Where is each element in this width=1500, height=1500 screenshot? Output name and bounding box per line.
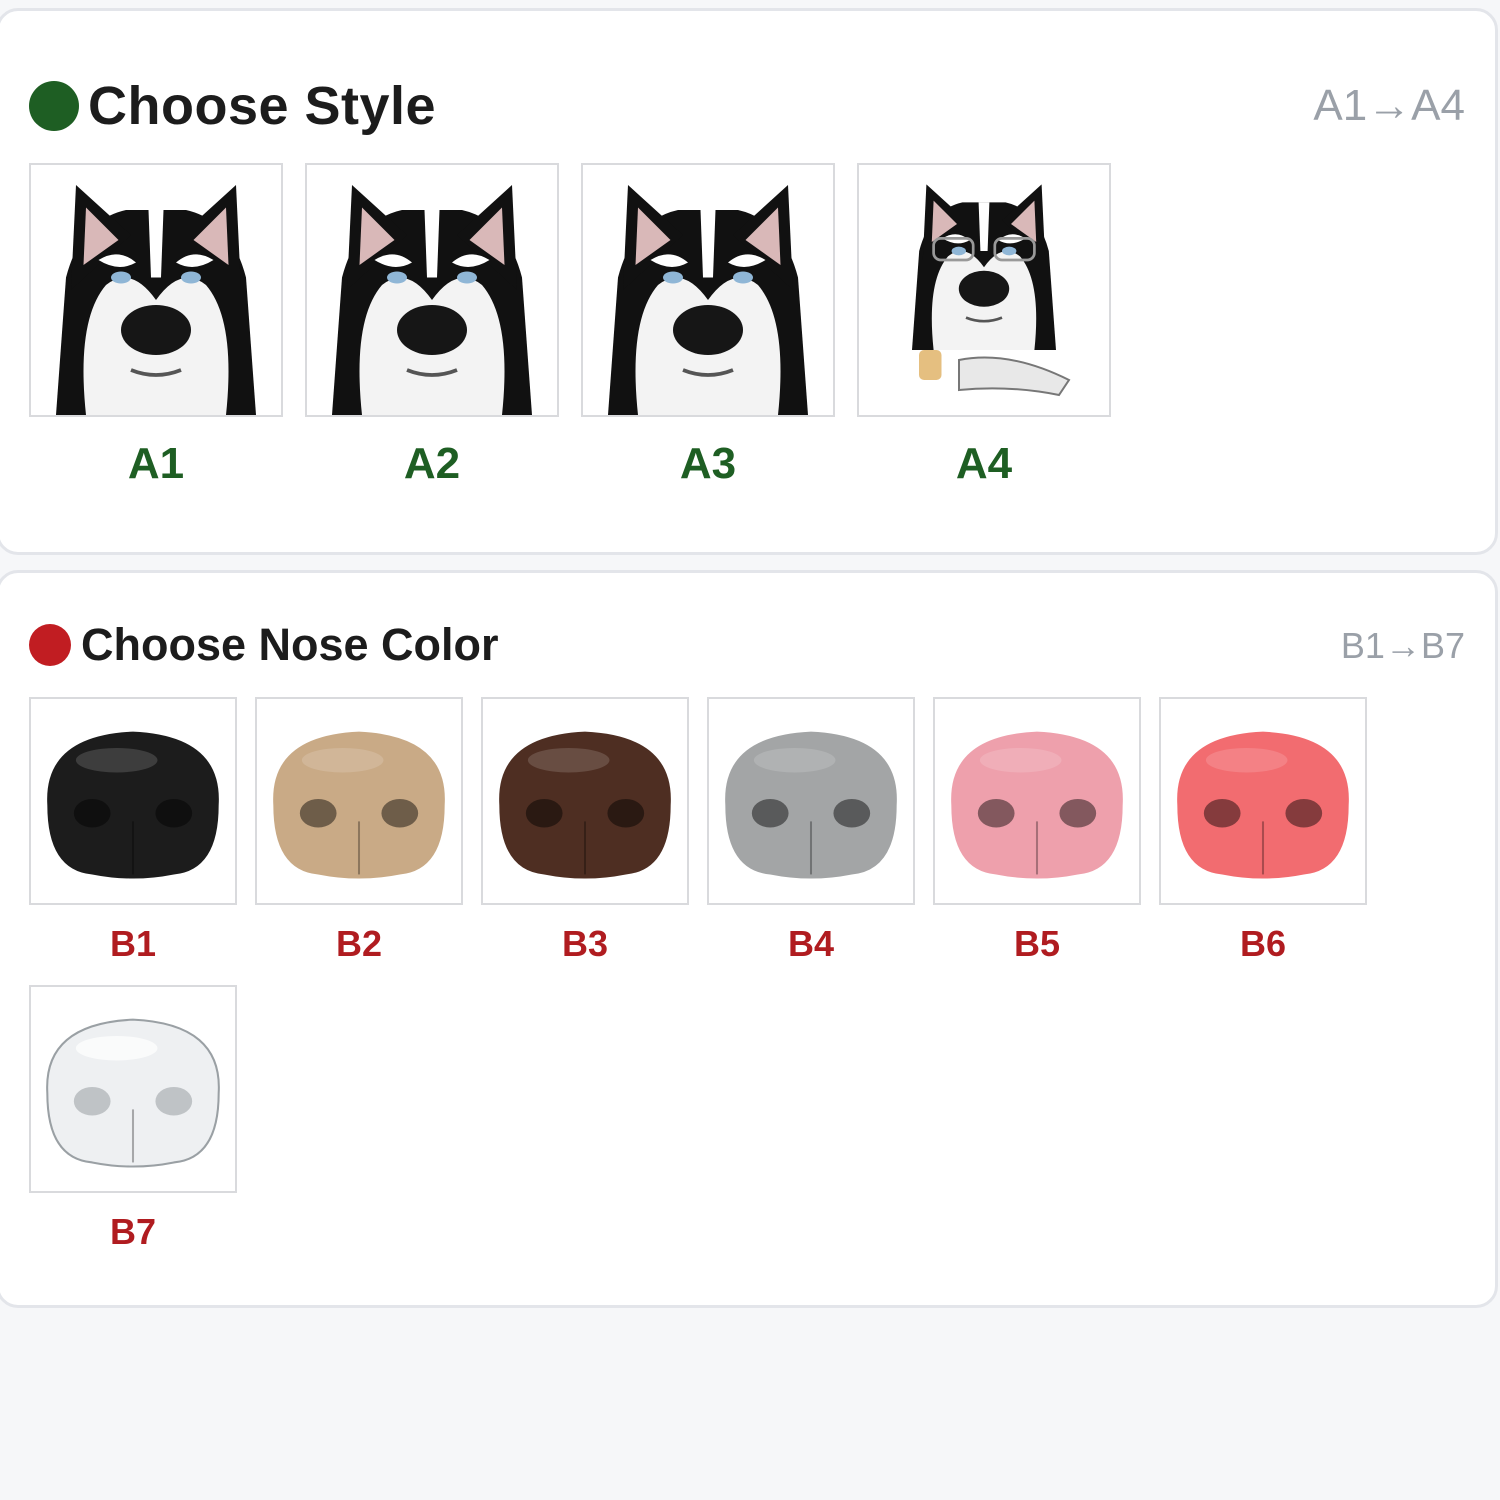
nose-option-label: B7 (109, 1211, 157, 1252)
brown-nose-icon (481, 697, 689, 905)
style-section-header: Choose Style (29, 71, 436, 141)
husky-caricature-icon (581, 163, 835, 417)
nose-range-label: B1→B7 (1340, 625, 1465, 666)
nose-section-header: Choose Nose Color (29, 613, 499, 677)
style-section-card: Choose Style A1→A4 A1 A2 A3 A4 (0, 8, 1498, 555)
nose-option-label: B2 (335, 923, 383, 964)
husky-face-photo-icon (29, 163, 283, 417)
nose-option-label: B5 (1013, 923, 1061, 964)
clear-nose-icon (29, 985, 237, 1193)
nose-option-b2[interactable]: B2 (255, 697, 463, 965)
style-range-label: A1→A4 (1313, 81, 1465, 130)
style-option-a3[interactable]: A3 (581, 163, 835, 489)
tan-nose-icon (255, 697, 463, 905)
style-option-a2[interactable]: A2 (305, 163, 559, 489)
green-dot-icon (29, 81, 79, 131)
black-nose-icon (29, 697, 237, 905)
style-option-label: A1 (127, 439, 185, 488)
husky-head-cutout-icon (305, 163, 559, 417)
nose-section-title: Choose Nose Color (81, 619, 499, 670)
nose-option-label: B4 (787, 923, 835, 964)
nose-option-b1[interactable]: B1 (29, 697, 237, 965)
style-section-title: Choose Style (88, 76, 437, 136)
nose-option-b6[interactable]: B6 (1159, 697, 1367, 965)
nose-option-b5[interactable]: B5 (933, 697, 1141, 965)
nose-option-b3[interactable]: B3 (481, 697, 689, 965)
style-option-label: A4 (955, 439, 1013, 488)
gray-nose-icon (707, 697, 915, 905)
style-option-label: A2 (403, 439, 461, 488)
style-option-label: A3 (679, 439, 737, 488)
nose-color-section-card: Choose Nose Color B1→B7 B1 B2 B3 B4 B5 B… (0, 570, 1498, 1308)
red-nose-icon (1159, 697, 1367, 905)
red-dot-icon (29, 624, 71, 666)
style-option-a4[interactable]: A4 (857, 163, 1111, 489)
nose-option-label: B1 (109, 923, 157, 964)
pink-nose-icon (933, 697, 1141, 905)
nose-option-b4[interactable]: B4 (707, 697, 915, 965)
nose-option-label: B3 (561, 923, 609, 964)
nose-option-b7[interactable]: B7 (29, 985, 237, 1253)
nose-option-label: B6 (1239, 923, 1287, 964)
style-option-a1[interactable]: A1 (29, 163, 283, 489)
husky-with-glasses-and-drink-icon (857, 163, 1111, 417)
